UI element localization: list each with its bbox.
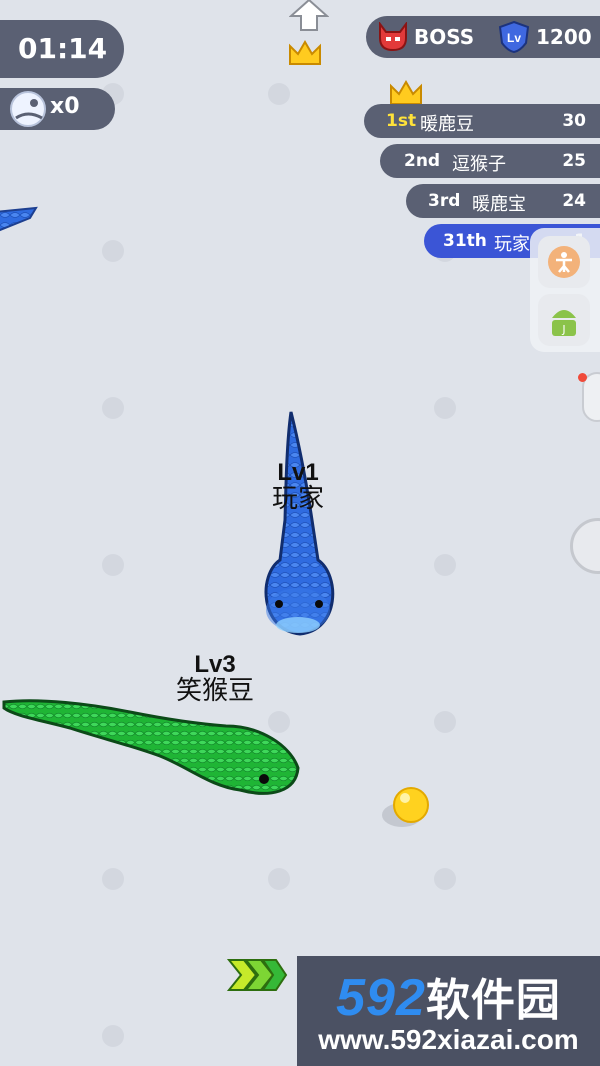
watermark-url: www.592xiazai.com xyxy=(318,1024,579,1055)
enemy-name: 笑猴豆 xyxy=(175,676,254,706)
leaderboard-name: 暖鹿豆 xyxy=(420,114,474,135)
leaderboard-name: 玩家 xyxy=(494,234,530,255)
player-name: 玩家 xyxy=(271,484,324,514)
kill-count: x0 xyxy=(50,94,80,119)
android-button[interactable]: J xyxy=(538,294,590,346)
svg-text:J: J xyxy=(561,323,565,336)
leaderboard-rank: 3rd xyxy=(428,191,461,211)
level-shield-icon: Lv xyxy=(498,21,530,53)
watermark-number: 592 xyxy=(336,969,426,1027)
leaderboard-rank: 2nd xyxy=(404,151,441,171)
leaderboard-score: 30 xyxy=(562,111,586,131)
player-snake-snout xyxy=(276,617,320,633)
leaderboard-name: 逗猴子 xyxy=(452,154,506,175)
leaderboard-row: 2nd 逗猴子 25 xyxy=(380,144,600,178)
offscreen-snake-tail xyxy=(0,206,38,232)
boss-level-bar: BOSS Lv 1200 xyxy=(366,16,600,58)
kill-counter: x0 xyxy=(0,88,115,130)
skull-snake-icon xyxy=(10,91,46,127)
crown-icon xyxy=(289,40,321,65)
direction-arrow-icon xyxy=(289,0,329,31)
player-snake xyxy=(264,411,335,636)
leaderboard-row: 3rd 暖鹿宝 24 xyxy=(406,184,600,218)
accessibility-icon xyxy=(548,246,580,278)
player-level: Lv1 xyxy=(277,459,319,486)
player-snake-label: Lv1 玩家 xyxy=(248,459,348,515)
leaderboard-rank: 31th xyxy=(443,231,487,251)
enemy-snake-label: Lv3 笑猴豆 xyxy=(150,651,280,707)
boss-devil-icon xyxy=(379,22,407,52)
watermark-cn: 软件园 xyxy=(425,976,561,1025)
enemy-snake xyxy=(2,699,300,795)
leaderboard-name: 暖鹿宝 xyxy=(472,194,526,215)
site-watermark: 592软件园 www.592xiazai.com xyxy=(297,956,600,1066)
android-icon: J xyxy=(552,310,576,336)
speed-boost-arrows xyxy=(226,959,288,991)
leaderboard-row: 1st 暖鹿豆 30 xyxy=(364,104,600,138)
leaderboard-score: 25 xyxy=(562,151,586,171)
leaderboard-score: 24 xyxy=(562,191,586,211)
level-badge-text: Lv xyxy=(507,31,521,45)
notification-dot xyxy=(578,373,587,382)
food-orb xyxy=(393,787,429,823)
enemy-level: Lv3 xyxy=(194,651,236,678)
boss-label: BOSS xyxy=(414,25,475,49)
watermark-title: 592软件园 xyxy=(297,964,600,1028)
leaderboard-rank: 1st xyxy=(386,111,417,131)
accessibility-button[interactable] xyxy=(538,236,590,288)
match-timer: 01:14 xyxy=(0,20,124,78)
floating-side-panel: J xyxy=(530,228,600,352)
level-score: 1200 xyxy=(536,25,592,49)
